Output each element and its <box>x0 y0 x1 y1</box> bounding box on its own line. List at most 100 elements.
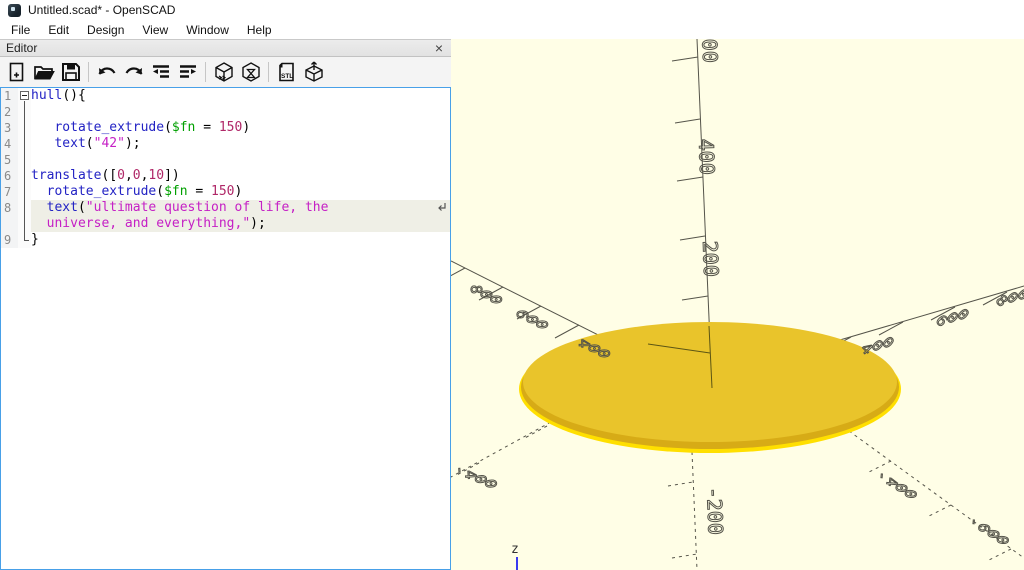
render-button[interactable] <box>237 59 264 85</box>
code-editor[interactable]: 1hull(){2 3 rotate_extrude($fn = 150)4 t… <box>0 87 451 570</box>
code-token: translate <box>31 168 101 183</box>
menu-file[interactable]: File <box>2 21 39 39</box>
axis-label: 400 <box>694 138 719 175</box>
indent-icon <box>177 62 199 82</box>
wrap-marker-icon <box>436 202 447 213</box>
code-token: universe, and everything," <box>47 216 251 231</box>
view-all-button[interactable] <box>300 59 327 85</box>
code-token: 150 <box>219 120 242 135</box>
editor-dock-title: Editor <box>6 41 433 55</box>
menu-bar: File Edit Design View Window Help <box>0 20 1024 39</box>
title-bar: Untitled.scad* - OpenSCAD <box>0 0 1024 20</box>
undo-button[interactable] <box>93 59 120 85</box>
line-number: 8 <box>1 200 18 216</box>
menu-help[interactable]: Help <box>238 21 281 39</box>
fold-margin <box>18 104 31 120</box>
menu-window[interactable]: Window <box>177 21 238 39</box>
line-number: 9 <box>1 232 18 248</box>
code-text: text("ultimate question of life, the <box>31 200 450 216</box>
3d-canvas: 600 400 200 -200 800 600 400 400 600 800… <box>451 39 1024 570</box>
axis-label: -600 <box>961 510 1016 555</box>
code-token: text <box>47 200 78 215</box>
3d-viewport[interactable]: 600 400 200 -200 800 600 400 400 600 800… <box>451 39 1024 570</box>
line-number: 1 <box>1 88 18 104</box>
line-number: 2 <box>1 104 18 120</box>
code-text: hull(){ <box>31 88 450 104</box>
redo-button[interactable] <box>120 59 147 85</box>
toolbar-separator <box>88 62 89 82</box>
line-number: 4 <box>1 136 18 152</box>
code-line: universe, and everything,"); <box>1 216 450 232</box>
export-stl-button[interactable]: STL <box>273 59 300 85</box>
close-icon[interactable]: × <box>433 42 445 54</box>
editor-dock-header: Editor × <box>0 39 451 57</box>
fold-line <box>24 184 25 200</box>
unindent-button[interactable] <box>147 59 174 85</box>
code-token <box>31 184 47 199</box>
fold-margin <box>18 152 31 168</box>
new-file-button[interactable] <box>3 59 30 85</box>
code-token: 0 <box>133 168 141 183</box>
stl-icon-label: STL <box>281 73 293 80</box>
code-token: ( <box>156 184 164 199</box>
code-token: ) <box>242 120 250 135</box>
fold-margin <box>18 120 31 136</box>
code-token: text <box>54 136 85 151</box>
axis-label: 200 <box>698 240 723 277</box>
open-file-button[interactable] <box>30 59 57 85</box>
code-token: ([ <box>101 168 117 183</box>
code-line: 3 rotate_extrude($fn = 150) <box>1 120 450 136</box>
fold-margin <box>18 216 31 232</box>
code-text: rotate_extrude($fn = 150) <box>31 184 450 200</box>
code-token: = <box>195 120 218 135</box>
code-line: 4 text("42"); <box>1 136 450 152</box>
code-token: 0 <box>117 168 125 183</box>
undo-icon <box>96 62 118 82</box>
menu-view[interactable]: View <box>133 21 177 39</box>
code-token: $fn <box>172 120 195 135</box>
indent-button[interactable] <box>174 59 201 85</box>
axis-label: 600 <box>697 39 722 63</box>
code-token: = <box>188 184 211 199</box>
fold-line <box>24 152 25 168</box>
code-token <box>31 216 47 231</box>
toolbar-separator <box>205 62 206 82</box>
line-number: 7 <box>1 184 18 200</box>
code-token <box>31 136 54 151</box>
redo-icon <box>123 62 145 82</box>
line-number: 3 <box>1 120 18 136</box>
code-text: text("42"); <box>31 136 450 152</box>
save-button[interactable] <box>57 59 84 85</box>
code-token: hull <box>31 88 62 103</box>
axis-labels: 600 400 200 -200 800 600 400 400 600 800… <box>451 39 1024 554</box>
code-line: 6translate([0,0,10]) <box>1 168 450 184</box>
window-title: Untitled.scad* - OpenSCAD <box>28 3 175 17</box>
view-all-cube-icon <box>303 61 325 83</box>
preview-button[interactable] <box>210 59 237 85</box>
save-floppy-icon <box>61 62 81 82</box>
fold-line <box>24 104 25 120</box>
code-token: rotate_extrude <box>47 184 157 199</box>
line-number: 5 <box>1 152 18 168</box>
fold-margin <box>18 184 31 200</box>
code-token: } <box>31 232 39 247</box>
code-token: ) <box>235 184 243 199</box>
menu-edit[interactable]: Edit <box>39 21 78 39</box>
open-folder-icon <box>33 62 55 82</box>
code-token <box>31 120 54 135</box>
axis-label: 800 <box>463 278 510 314</box>
code-text: universe, and everything,"); <box>31 216 450 232</box>
code-line: 2 <box>1 104 450 120</box>
code-text: translate([0,0,10]) <box>31 168 450 184</box>
menu-design[interactable]: Design <box>78 21 133 39</box>
fold-margin <box>18 88 31 104</box>
preview-cube-icon <box>213 61 235 83</box>
code-text <box>31 152 450 168</box>
code-line: 1 hull(){ <box>1 88 450 104</box>
code-line: 7 rotate_extrude($fn = 150) <box>1 184 450 200</box>
code-token: ); <box>250 216 266 231</box>
code-token: "ultimate question of life, the <box>86 200 329 215</box>
fold-margin <box>18 136 31 152</box>
fold-marker-icon[interactable] <box>20 91 29 100</box>
code-token: rotate_extrude <box>54 120 164 135</box>
